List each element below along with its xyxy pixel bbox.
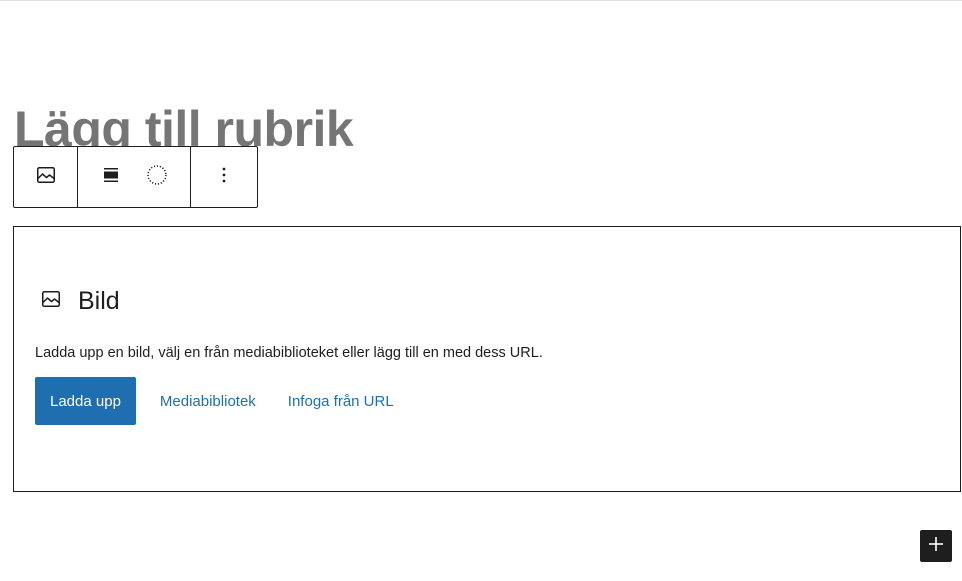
block-type-button[interactable] [23,154,69,200]
image-icon [34,163,58,192]
duotone-circle-icon [145,163,169,192]
image-block-actions: Ladda upp Mediabibliotek Infoga från URL [35,377,394,425]
block-inserter-button[interactable] [920,530,952,562]
block-type-group [14,147,78,207]
image-block-placeholder: Bild Ladda upp en bild, välj en från med… [13,226,961,492]
media-library-button[interactable]: Mediabibliotek [160,393,256,410]
duotone-button[interactable] [134,154,180,200]
insert-from-url-button[interactable]: Infoga från URL [288,393,394,410]
image-block-header: Bild [39,285,120,317]
image-icon [39,287,63,316]
plus-icon [926,534,946,559]
upload-button[interactable]: Ladda upp [35,377,136,425]
options-group [191,147,257,207]
alignment-group [78,147,191,207]
more-options-icon [212,163,236,192]
block-toolbar [13,146,258,208]
image-block-title: Bild [78,287,120,315]
align-button[interactable] [88,154,134,200]
more-options-button[interactable] [201,154,247,200]
image-block-instructions: Ladda upp en bild, välj en från mediabib… [35,345,543,361]
align-center-icon [99,163,123,192]
editor-canvas: Lägg till rubrik Bild Ladda upp en bild,… [0,0,962,581]
